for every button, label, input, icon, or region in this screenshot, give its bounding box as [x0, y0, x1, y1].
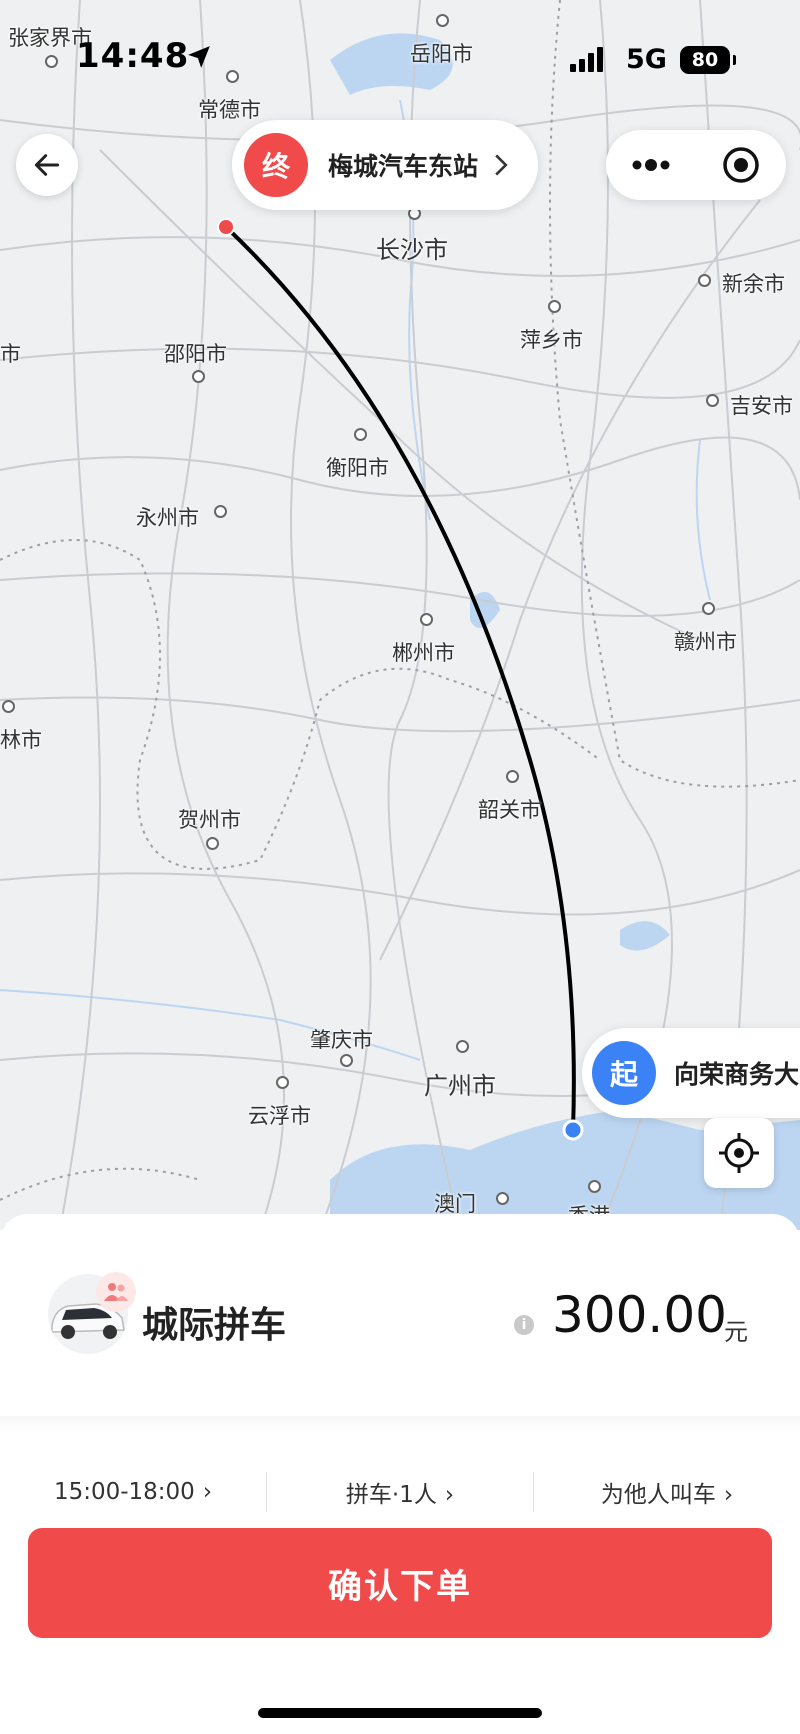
back-button[interactable]: [16, 134, 78, 196]
product-name: 城际拼车: [142, 1305, 287, 1346]
destination-marker: [217, 218, 235, 236]
city-label: 衡阳市: [326, 456, 389, 480]
city-dot: [496, 1192, 509, 1205]
city-dot: [506, 770, 519, 783]
city-dot: [588, 1180, 601, 1193]
more-dots-icon: [632, 159, 670, 171]
seats-option[interactable]: 拼车·1人 ›: [267, 1475, 533, 1509]
option-label: 拼车·1人: [345, 1482, 437, 1508]
battery-icon: 80: [680, 46, 736, 74]
city-label: 肇庆市: [310, 1028, 373, 1052]
target-icon: [723, 147, 759, 183]
city-label: 赣州市: [674, 630, 737, 654]
city-label: 新余市: [722, 272, 785, 296]
destination-pill[interactable]: 终 梅城汽车东站: [232, 120, 538, 210]
order-sheet: 城际拼车 i 300.00 元 15:00-18:00 › 拼车·1人 › 为他人叫…: [0, 1214, 800, 1734]
status-bar: 14:48 5G 80: [0, 0, 800, 110]
section-divider: [0, 1416, 800, 1430]
origin-name: 向荣商务大: [674, 1060, 800, 1089]
city-label: 市: [0, 342, 21, 366]
chevron-right-icon: ›: [444, 1482, 455, 1508]
status-time: 14:48: [76, 36, 190, 76]
city-label: 永州市: [136, 506, 199, 530]
chevron-right-icon: ›: [202, 1479, 213, 1505]
city-dot: [2, 700, 15, 713]
city-dot: [192, 370, 205, 383]
location-arrow-icon: [188, 46, 210, 68]
city-dot: [456, 1040, 469, 1053]
origin-badge: 起: [592, 1041, 656, 1105]
mini-program-capsule: [606, 130, 786, 200]
destination-name: 梅城汽车东站: [328, 152, 479, 181]
option-label: 15:00-18:00: [53, 1479, 195, 1505]
route-line: [224, 225, 576, 1131]
option-label: 为他人叫车: [600, 1482, 716, 1508]
city-label: 吉安市: [730, 394, 793, 418]
city-label: 贺州市: [178, 808, 241, 832]
city-dot: [276, 1076, 289, 1089]
more-button[interactable]: [606, 130, 696, 200]
signal-icon: [570, 46, 603, 72]
city-label: 郴州市: [392, 641, 455, 665]
people-icon: [104, 1283, 128, 1301]
price-unit: 元: [724, 1318, 748, 1346]
city-dot: [702, 602, 715, 615]
time-option[interactable]: 15:00-18:00 ›: [0, 1479, 266, 1505]
city-label: 邵阳市: [164, 342, 227, 366]
ride-product-row[interactable]: 城际拼车 i 300.00 元: [0, 1214, 800, 1414]
info-icon[interactable]: i: [514, 1315, 534, 1335]
network-type: 5G: [626, 44, 667, 75]
destination-badge: 终: [244, 133, 308, 197]
city-label: 萍乡市: [520, 328, 583, 352]
home-indicator: [258, 1708, 542, 1718]
city-dot: [548, 300, 561, 313]
chevron-right-icon: ›: [723, 1482, 734, 1508]
city-label: 长沙市: [376, 236, 448, 264]
crosshair-icon: [719, 1133, 759, 1173]
city-label: 林市: [0, 728, 42, 752]
price-value: 300.00: [552, 1286, 727, 1344]
city-label: 韶关市: [478, 798, 541, 822]
city-dot: [206, 837, 219, 850]
map-view[interactable]: 张家界市 岳阳市 常德市 长沙市 新余市 萍乡市 市 邵阳市 吉安市 衡阳市 永…: [0, 0, 800, 1230]
city-dot: [354, 428, 367, 441]
city-dot: [706, 394, 719, 407]
origin-pill[interactable]: 起 向荣商务大: [582, 1028, 800, 1118]
confirm-order-button[interactable]: 确认下单: [28, 1528, 772, 1638]
call-for-others-option[interactable]: 为他人叫车 ›: [534, 1475, 800, 1509]
locate-button[interactable]: [704, 1118, 774, 1188]
chevron-right-icon: [495, 154, 508, 176]
city-dot: [214, 505, 227, 518]
city-label: 广州市: [424, 1072, 496, 1100]
carpool-badge: [96, 1272, 136, 1312]
record-button[interactable]: [696, 130, 786, 200]
options-row: 15:00-18:00 › 拼车·1人 › 为他人叫车 ›: [0, 1442, 800, 1542]
city-dot: [340, 1054, 353, 1067]
origin-marker: [562, 1119, 584, 1141]
arrow-left-icon: [34, 154, 60, 176]
city-dot: [420, 613, 433, 626]
city-label: 云浮市: [248, 1104, 311, 1128]
city-dot: [698, 274, 711, 287]
